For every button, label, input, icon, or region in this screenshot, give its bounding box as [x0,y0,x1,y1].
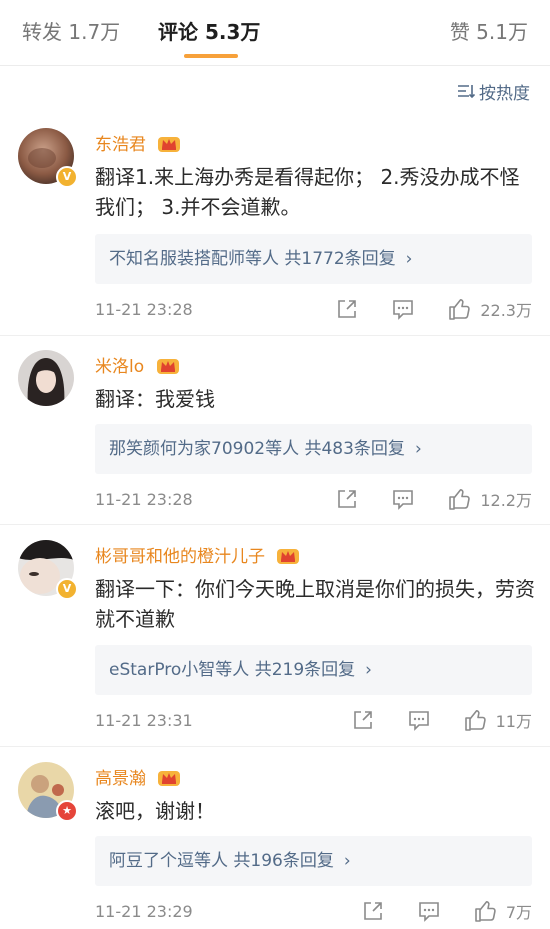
share-button[interactable] [362,900,384,922]
tab-repost[interactable]: 转发 1.7万 [22,19,120,45]
sort-by-hot-button[interactable]: 按热度 [457,80,530,104]
comment-time: 11-21 23:28 [95,300,193,319]
share-button[interactable] [352,709,374,731]
comment-icon [419,902,439,922]
comment-time: 11-21 23:28 [95,490,193,509]
like-button[interactable]: 11万 [464,708,532,732]
thumbs-up-icon [449,489,471,510]
tab-bar: 转发 1.7万 评论 5.3万 赞 5.1万 [0,0,550,60]
comment-icon [393,300,414,320]
username[interactable]: 米洛lo [95,352,180,377]
comment-actions: 7万 [362,896,532,926]
username-text: 高景瀚 [95,769,146,789]
replies-text: 不知名服装搭配师等人 共1772条回复 [109,249,396,269]
comment-text: 翻译1.来上海办秀是看得起你； 2.秀没办成不怪我们； 3.并不会道歉。 [95,165,520,219]
replies-text: 那笑颜何为家70902等人 共483条回复 [109,439,405,459]
reply-button[interactable] [418,900,440,922]
username[interactable]: 彬哥哥和他的橙汁儿子 [95,542,300,567]
username-text: 米洛lo [95,357,145,377]
username-text: 东浩君 [95,135,146,155]
username-text: 彬哥哥和他的橙汁儿子 [95,547,265,567]
share-button[interactable] [336,488,358,510]
replies-text: 阿豆了个逗等人 共196条回复 [109,851,334,871]
replies-summary[interactable]: 阿豆了个逗等人 共196条回复 › [95,836,532,886]
replies-summary[interactable]: eStarPro小智等人 共219条回复 › [95,645,532,695]
crown-vip-icon [158,771,181,786]
comment-actions: 11万 [352,705,532,735]
comment-text: 翻译：我爱钱 [95,387,215,411]
thumbs-up-icon [464,710,486,731]
username[interactable]: 高景瀚 [95,764,181,789]
comment-text: 翻译一下：你们今天晚上取消是你们的损失，劳资就不道歉 [95,577,535,631]
comment-actions: 12.2万 [336,484,532,514]
comment-icon [408,711,429,731]
like-button[interactable]: 22.3万 [448,297,532,321]
tab-like[interactable]: 赞 5.1万 [450,19,528,45]
replies-summary[interactable]: 那笑颜何为家70902等人 共483条回复 › [95,424,532,474]
comment-time: 11-21 23:29 [95,902,193,921]
verified-badge-icon: V [56,578,78,600]
chevron-right-icon: › [343,851,351,871]
replies-summary[interactable]: 不知名服装搭配师等人 共1772条回复 › [95,234,532,284]
divider [0,335,550,336]
replies-text: eStarPro小智等人 共219条回复 [109,660,356,680]
avatar-image [18,350,74,406]
sort-label: 按热度 [479,83,530,104]
share-icon [338,300,357,318]
crown-vip-icon [156,359,179,374]
verified-badge-icon: V [56,166,78,188]
share-icon [353,711,372,729]
like-count: 22.3万 [480,301,532,320]
chevron-right-icon: › [414,439,422,459]
reply-button[interactable] [392,298,414,320]
username[interactable]: 东浩君 [95,130,181,155]
divider [0,524,550,525]
reply-button[interactable] [408,709,430,731]
thumbs-up-icon [475,901,496,922]
chevron-right-icon: › [405,249,413,269]
comment-icon [393,490,414,510]
share-icon [338,490,357,508]
share-icon [364,902,382,920]
like-button[interactable]: 7万 [474,899,532,923]
like-count: 11万 [495,712,532,731]
crown-vip-icon [277,549,300,564]
like-button[interactable]: 12.2万 [448,487,532,511]
chevron-right-icon: › [365,660,372,680]
comment-actions: 22.3万 [336,294,532,324]
thumbs-up-icon [449,299,471,320]
comment-time: 11-21 23:31 [95,711,193,730]
divider [0,65,550,66]
star-badge-icon: ★ [56,800,78,822]
share-button[interactable] [336,298,358,320]
divider [0,746,550,747]
avatar[interactable] [18,350,74,406]
sort-lines-icon [458,85,475,99]
active-tab-indicator [184,54,238,58]
like-count: 12.2万 [480,491,532,510]
like-count: 7万 [505,903,532,922]
comment-text: 滚吧，谢谢！ [95,799,215,823]
crown-vip-icon [158,137,181,152]
reply-button[interactable] [392,488,414,510]
